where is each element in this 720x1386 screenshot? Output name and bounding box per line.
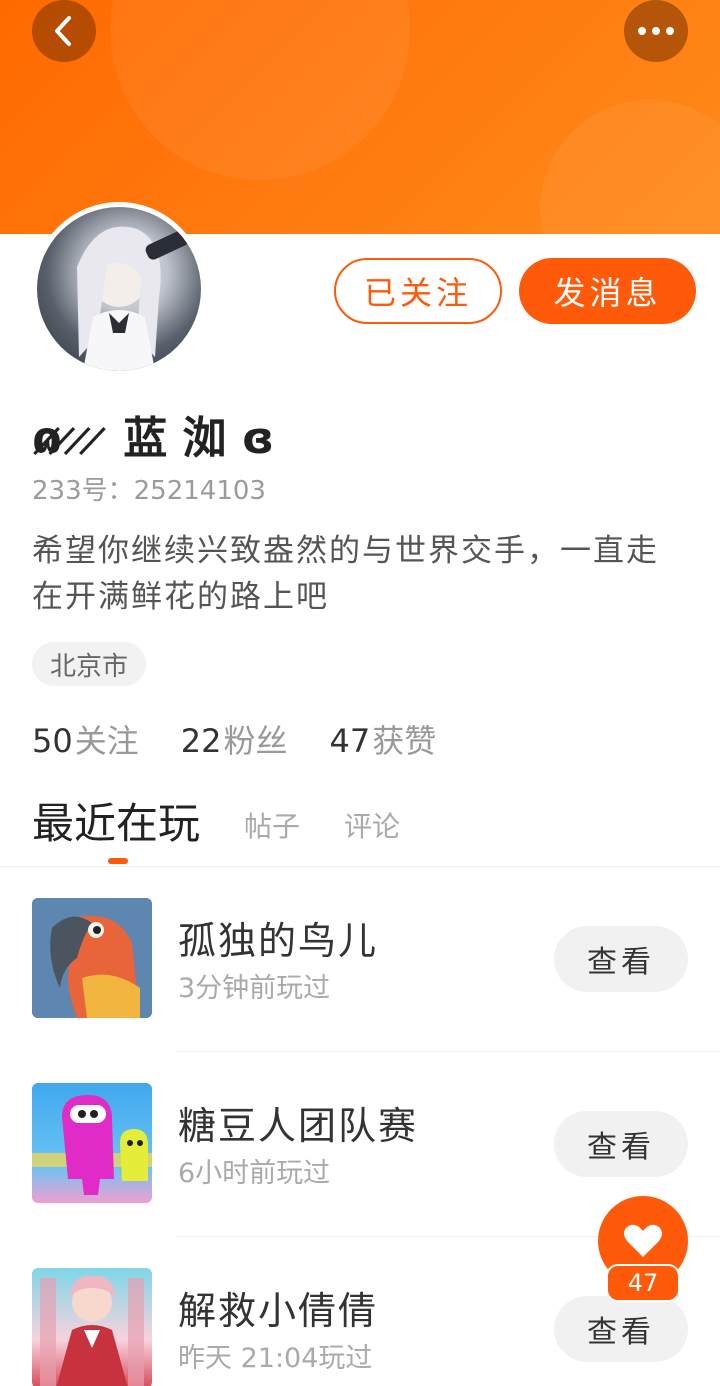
more-dots-icon bbox=[638, 27, 674, 35]
user-id: 233号：25214103 bbox=[32, 470, 266, 507]
game-title: 糖豆人团队赛 bbox=[178, 1104, 419, 1148]
stat-label: 粉丝 bbox=[223, 722, 288, 760]
more-options-button[interactable] bbox=[624, 0, 688, 62]
heart-icon bbox=[624, 1224, 662, 1257]
anime-girl-game-icon bbox=[32, 1268, 152, 1386]
user-id-label: 233号： bbox=[32, 476, 134, 506]
stat-value: 47 bbox=[329, 722, 371, 760]
view-game-button[interactable]: 查看 bbox=[554, 1111, 688, 1177]
stat-label: 获赞 bbox=[372, 722, 437, 760]
game-title: 孤独的鸟儿 bbox=[178, 919, 379, 963]
chevron-left-icon bbox=[55, 16, 71, 46]
message-button[interactable]: 发消息 bbox=[519, 258, 696, 324]
bio: 希望你继续兴致盎然的与世界交手，一直走在开满鲜花的路上吧 bbox=[32, 533, 659, 615]
tab-posts[interactable]: 帖子 bbox=[244, 805, 300, 851]
stat-value: 22 bbox=[180, 722, 222, 760]
location-tag: 北京市 bbox=[32, 642, 147, 686]
like-count-badge: 47 bbox=[606, 1264, 680, 1302]
profile-tabs: 最近在玩 帖子 评论 bbox=[32, 790, 444, 851]
stat-likes[interactable]: 47获赞 bbox=[329, 716, 436, 762]
view-game-button[interactable]: 查看 bbox=[554, 926, 688, 992]
stat-value: 50 bbox=[32, 722, 73, 760]
view-game-button[interactable]: 查看 bbox=[554, 1296, 688, 1362]
stat-following[interactable]: 50关注 bbox=[32, 716, 139, 762]
game-last-played: 3分钟前玩过 bbox=[178, 973, 331, 1004]
game-list-item[interactable]: 孤独的鸟儿 3分钟前玩过 查看 bbox=[0, 866, 720, 1052]
user-id-value: 25214103 bbox=[133, 476, 266, 506]
avatar[interactable] bbox=[32, 202, 206, 376]
back-button[interactable] bbox=[32, 0, 96, 62]
avatar-image bbox=[37, 207, 201, 371]
follow-button[interactable]: 已关注 bbox=[334, 258, 502, 324]
username: ɷ̷ ̷ ̷ ̷ 蓝 洳 ɞ bbox=[32, 413, 275, 464]
game-last-played: 昨天 21:04玩过 bbox=[178, 1343, 373, 1374]
stat-followers[interactable]: 22粉丝 bbox=[181, 716, 288, 762]
stat-label: 关注 bbox=[74, 722, 139, 760]
game-title: 解救小倩倩 bbox=[178, 1289, 379, 1333]
game-last-played: 6小时前玩过 bbox=[178, 1158, 331, 1189]
tab-active-indicator bbox=[108, 858, 128, 864]
tab-comments[interactable]: 评论 bbox=[344, 805, 400, 851]
profile-banner bbox=[0, 0, 720, 234]
fall-guys-game-icon bbox=[32, 1083, 152, 1203]
parrot-game-icon bbox=[32, 898, 152, 1018]
tab-recent-games[interactable]: 最近在玩 bbox=[32, 790, 200, 851]
stats-row: 50关注 22粉丝 47获赞 bbox=[32, 716, 436, 762]
